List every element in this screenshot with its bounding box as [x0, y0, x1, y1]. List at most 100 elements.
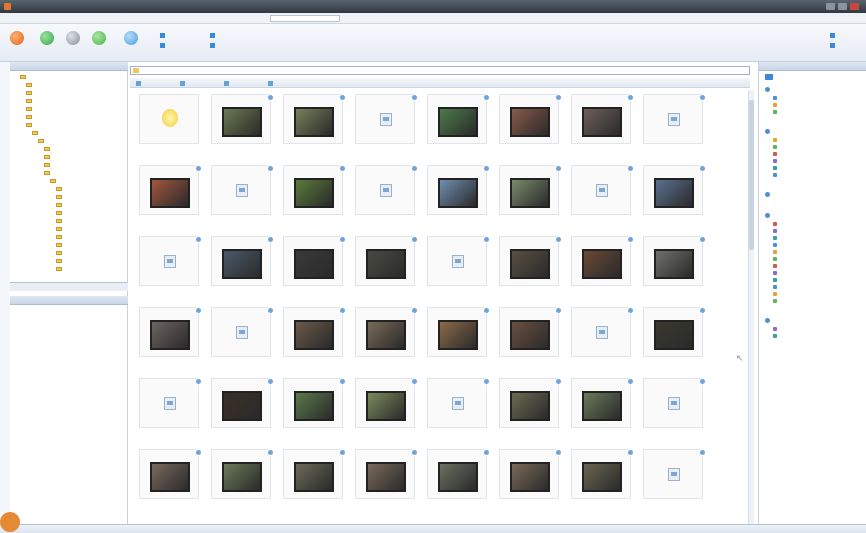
thumbnail-item[interactable]: [424, 165, 490, 223]
tree-folder-item[interactable]: [44, 146, 52, 152]
tree-folder-item[interactable]: [20, 74, 28, 80]
tree-folder-item[interactable]: [56, 202, 64, 208]
thumbnail-item[interactable]: [352, 449, 418, 507]
properties-item[interactable]: [773, 256, 779, 261]
properties-item[interactable]: [773, 165, 779, 170]
toolbar-action[interactable]: [210, 42, 217, 48]
tree-folder-item[interactable]: [56, 194, 64, 200]
thumbnail-item[interactable]: [640, 236, 706, 294]
thumbnail-item[interactable]: [136, 165, 202, 223]
properties-item[interactable]: [773, 277, 779, 282]
toolbar-action[interactable]: [160, 42, 167, 48]
thumbnail-item[interactable]: [280, 236, 346, 294]
thumbnail-item[interactable]: [136, 94, 202, 152]
scrollbar-thumb[interactable]: [749, 100, 754, 250]
thumbnail-item[interactable]: [424, 307, 490, 365]
thumbnail-item[interactable]: [568, 449, 634, 507]
thumbnail-item[interactable]: [280, 449, 346, 507]
thumbnail-item[interactable]: [568, 94, 634, 152]
thumbnail-item[interactable]: [496, 165, 562, 223]
properties-section[interactable]: [765, 128, 772, 134]
thumbnail-item[interactable]: [424, 449, 490, 507]
refresh-button[interactable]: [120, 29, 142, 57]
thumbnail-item[interactable]: [568, 307, 634, 365]
tree-folder-item[interactable]: [26, 90, 34, 96]
tree-folder-item[interactable]: [26, 106, 34, 112]
properties-item[interactable]: [773, 298, 779, 303]
tree-folder-item[interactable]: [56, 218, 64, 224]
properties-item[interactable]: [773, 249, 779, 254]
thumbnail-item[interactable]: [208, 449, 274, 507]
properties-tool[interactable]: [762, 74, 773, 80]
tree-folder-item[interactable]: [32, 130, 40, 136]
tree-folder-item[interactable]: [56, 186, 64, 192]
view-option[interactable]: [224, 80, 231, 86]
view-option[interactable]: [268, 80, 275, 86]
thumbnail-item[interactable]: [136, 307, 202, 365]
view-option[interactable]: [180, 80, 187, 86]
thumbnail-item[interactable]: [496, 94, 562, 152]
properties-item[interactable]: [773, 270, 779, 275]
thumbnail-item[interactable]: [496, 378, 562, 436]
properties-item[interactable]: [773, 333, 779, 338]
properties-section[interactable]: [765, 86, 772, 92]
properties-item[interactable]: [773, 291, 779, 296]
disc-button[interactable]: [62, 29, 84, 57]
properties-item[interactable]: [773, 158, 779, 163]
toolbar-action-right[interactable]: [830, 32, 837, 38]
properties-item[interactable]: [773, 102, 779, 107]
tree-folder-item[interactable]: [56, 250, 64, 256]
tree-folder-item[interactable]: [56, 226, 64, 232]
thumbnail-item[interactable]: [136, 236, 202, 294]
toolbar-action-right[interactable]: [830, 42, 837, 48]
thumbnail-item[interactable]: [280, 378, 346, 436]
thumbnail-item[interactable]: [208, 94, 274, 152]
properties-section[interactable]: [765, 191, 772, 197]
toolbar-action[interactable]: [210, 32, 217, 38]
tree-folder-item[interactable]: [44, 162, 52, 168]
tree-folder-item[interactable]: [56, 210, 64, 216]
thumbnail-item[interactable]: [640, 165, 706, 223]
thumbnail-item[interactable]: [496, 236, 562, 294]
thumbnail-item[interactable]: [352, 236, 418, 294]
properties-section[interactable]: [765, 317, 772, 323]
thumbnail-item[interactable]: [208, 307, 274, 365]
tree-folder-item[interactable]: [50, 178, 58, 184]
leaf-button[interactable]: [88, 29, 110, 57]
thumbnail-item[interactable]: [136, 378, 202, 436]
thumbnail-item[interactable]: [424, 378, 490, 436]
tree-folder-item[interactable]: [56, 266, 64, 272]
maximize-button[interactable]: [838, 3, 847, 10]
thumbnail-item[interactable]: [352, 94, 418, 152]
properties-item[interactable]: [773, 326, 779, 331]
properties-section[interactable]: [765, 212, 772, 218]
quick-search-box[interactable]: [270, 15, 340, 22]
properties-item[interactable]: [773, 109, 779, 114]
tree-folder-item[interactable]: [44, 154, 52, 160]
thumbnail-item[interactable]: [640, 449, 706, 507]
thumbnail-item[interactable]: [208, 236, 274, 294]
tree-folder-item[interactable]: [56, 258, 64, 264]
thumbnail-item[interactable]: [568, 165, 634, 223]
properties-item[interactable]: [773, 263, 779, 268]
properties-item[interactable]: [773, 95, 779, 100]
thumbnail-item[interactable]: [280, 307, 346, 365]
thumbnail-item[interactable]: [640, 307, 706, 365]
thumbnail-item[interactable]: [280, 165, 346, 223]
tree-folder-item[interactable]: [38, 138, 46, 144]
address-bar[interactable]: [130, 66, 750, 75]
tree-folder-item[interactable]: [26, 98, 34, 104]
tree-folder-item[interactable]: [56, 242, 64, 248]
thumbnail-item[interactable]: [568, 378, 634, 436]
tree-folder-item[interactable]: [56, 234, 64, 240]
thumbnail-item[interactable]: [352, 307, 418, 365]
tree-folder-item[interactable]: [26, 82, 34, 88]
tree-folder-item[interactable]: [26, 114, 34, 120]
thumbnail-item[interactable]: [640, 378, 706, 436]
properties-item[interactable]: [773, 228, 779, 233]
close-button[interactable]: [850, 3, 859, 10]
thumbnail-item[interactable]: [496, 449, 562, 507]
toolbar-action[interactable]: [160, 32, 167, 38]
properties-item[interactable]: [773, 144, 779, 149]
tree-folder-item[interactable]: [44, 170, 52, 176]
